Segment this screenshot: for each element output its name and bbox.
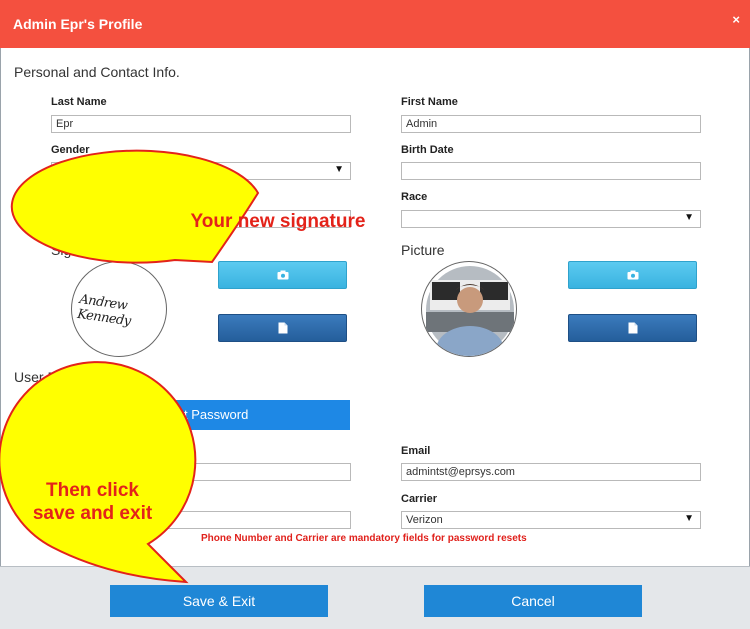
signature-callout-text: Your new signature [190, 211, 366, 232]
first-name-field[interactable]: Admin [401, 115, 701, 133]
mandatory-warning: Phone Number and Carrier are mandatory f… [201, 533, 527, 544]
close-icon[interactable]: × [732, 12, 740, 27]
cancel-button[interactable]: Cancel [424, 585, 642, 617]
email-field[interactable]: admintst@eprsys.com [401, 463, 701, 481]
last-name-label: Last Name [51, 96, 107, 108]
dialog-title: Admin Epr's Profile [13, 16, 143, 32]
gender-value: Male [56, 165, 80, 177]
email-label: Email [401, 445, 431, 457]
save-callout-text: Then click save and exit [32, 480, 153, 524]
file-icon [278, 322, 287, 334]
picture-label: Picture [401, 242, 445, 258]
file-icon [628, 322, 637, 334]
marital-status-label: Marital Status [51, 191, 124, 203]
picture-camera-button[interactable] [568, 261, 697, 289]
last-name-field[interactable]: Epr [51, 115, 351, 133]
dialog-border-left [0, 48, 1, 566]
gender-label: Gender [51, 144, 90, 156]
signature-preview: Andrew Kennedy [71, 261, 167, 357]
section-personal: Personal and Contact Info. [14, 64, 180, 80]
race-label: Race [401, 191, 428, 203]
camera-icon [627, 270, 638, 280]
signature-image: Andrew Kennedy [76, 292, 132, 330]
signature-label: Signature [51, 242, 111, 258]
reset-password-button[interactable]: Reset Password [52, 400, 350, 430]
profile-picture [421, 261, 517, 357]
camera-icon [277, 270, 288, 280]
carrier-select[interactable]: Verizon ▼ [401, 511, 701, 529]
section-user-details: User Details [14, 369, 91, 385]
signature-camera-button[interactable] [218, 261, 347, 289]
dropdown-arrow-icon: ▼ [684, 212, 694, 223]
carrier-value: Verizon [406, 514, 443, 526]
gender-select[interactable]: Male ▼ [51, 162, 351, 180]
picture-upload-button[interactable] [568, 314, 697, 342]
carrier-label: Carrier [401, 493, 438, 505]
race-select[interactable]: ▼ [401, 210, 701, 228]
first-name-label: First Name [401, 96, 458, 108]
dropdown-arrow-icon: ▼ [684, 513, 694, 524]
save-exit-button[interactable]: Save & Exit [110, 585, 328, 617]
birth-date-field[interactable] [401, 162, 701, 180]
dropdown-arrow-icon: ▼ [334, 164, 344, 175]
title-bar: Admin Epr's Profile × [0, 0, 750, 48]
profile-photo [426, 266, 514, 356]
signature-upload-button[interactable] [218, 314, 347, 342]
birth-date-label: Birth Date [401, 144, 454, 156]
